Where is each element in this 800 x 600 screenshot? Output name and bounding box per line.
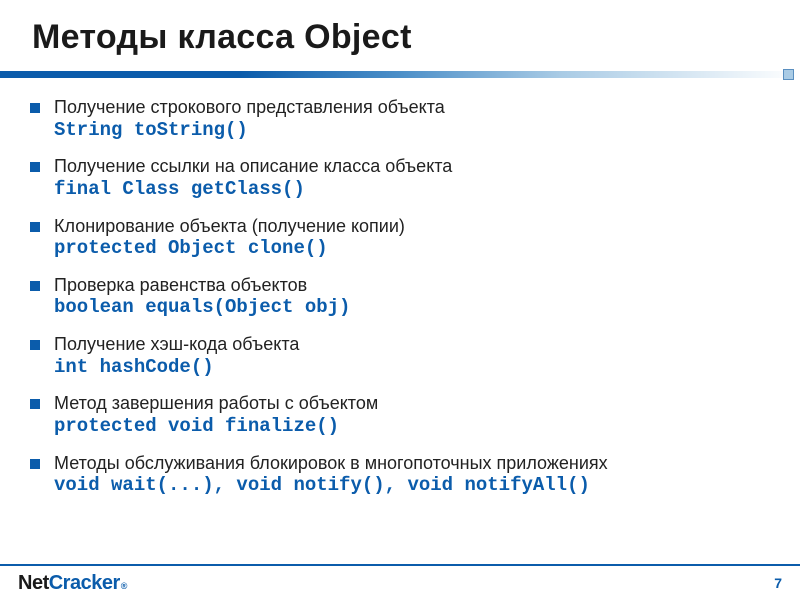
list-item: Методы обслуживания блокировок в многопо… xyxy=(30,452,800,498)
list-item-desc: Получение ссылки на описание класса объе… xyxy=(54,155,800,178)
bullet-icon xyxy=(30,103,40,113)
list-item-body: Получение ссылки на описание класса объе… xyxy=(54,155,800,201)
logo-part1: Net xyxy=(18,572,49,595)
bullet-icon xyxy=(30,222,40,232)
list-item-code: String toString() xyxy=(54,119,800,143)
bullet-icon xyxy=(30,399,40,409)
list-item-code: protected void finalize() xyxy=(54,415,800,439)
list-item-code: final Class getClass() xyxy=(54,178,800,202)
list-item-desc: Методы обслуживания блокировок в многопо… xyxy=(54,452,800,475)
list-item-code: void wait(...), void notify(), void noti… xyxy=(54,474,800,498)
bullet-icon xyxy=(30,281,40,291)
title-divider xyxy=(0,71,800,78)
list-item-body: Проверка равенства объектов boolean equa… xyxy=(54,274,800,320)
list-item-desc: Получение хэш-кода объекта xyxy=(54,333,800,356)
list-item-body: Методы обслуживания блокировок в многопо… xyxy=(54,452,800,498)
logo: NetCracker® xyxy=(18,572,127,595)
list-item-body: Метод завершения работы с объектом prote… xyxy=(54,392,800,438)
bullet-icon xyxy=(30,340,40,350)
list-item-code: protected Object clone() xyxy=(54,237,800,261)
page-number: 7 xyxy=(774,575,782,591)
list-item-code: int hashCode() xyxy=(54,356,800,380)
list-item-desc: Получение строкового представления объек… xyxy=(54,96,800,119)
page-title: Методы класса Object xyxy=(0,0,800,71)
list-item: Получение ссылки на описание класса объе… xyxy=(30,155,800,201)
list-item: Метод завершения работы с объектом prote… xyxy=(30,392,800,438)
logo-registered: ® xyxy=(121,581,128,591)
list-item: Получение хэш-кода объекта int hashCode(… xyxy=(30,333,800,379)
list-item-code: boolean equals(Object obj) xyxy=(54,296,800,320)
list-item-desc: Проверка равенства объектов xyxy=(54,274,800,297)
list-item-body: Получение хэш-кода объекта int hashCode(… xyxy=(54,333,800,379)
list-item-body: Получение строкового представления объек… xyxy=(54,96,800,142)
bullet-icon xyxy=(30,459,40,469)
bullet-icon xyxy=(30,162,40,172)
list-item: Проверка равенства объектов boolean equa… xyxy=(30,274,800,320)
divider-end-marker xyxy=(783,69,794,80)
logo-part2: Cracker xyxy=(49,572,120,595)
list-item: Клонирование объекта (получение копии) p… xyxy=(30,215,800,261)
list-item-desc: Метод завершения работы с объектом xyxy=(54,392,800,415)
content-area: Получение строкового представления объек… xyxy=(0,78,800,498)
list-item-desc: Клонирование объекта (получение копии) xyxy=(54,215,800,238)
list-item-body: Клонирование объекта (получение копии) p… xyxy=(54,215,800,261)
slide-container: Методы класса Object Получение строковог… xyxy=(0,0,800,600)
footer: NetCracker® 7 xyxy=(0,564,800,600)
list-item: Получение строкового представления объек… xyxy=(30,96,800,142)
